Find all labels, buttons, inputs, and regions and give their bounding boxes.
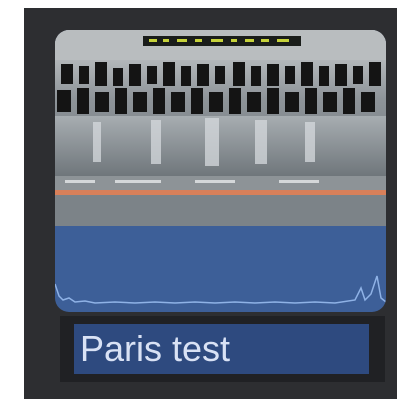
clip-name-bar: Paris test [60, 316, 385, 382]
clip-item[interactable] [55, 30, 386, 312]
audio-waveform [55, 275, 386, 304]
clip-browser-panel: Paris test [24, 8, 397, 399]
clip-name-field[interactable]: Paris test [74, 324, 369, 374]
clip-thumbnail [55, 30, 386, 226]
